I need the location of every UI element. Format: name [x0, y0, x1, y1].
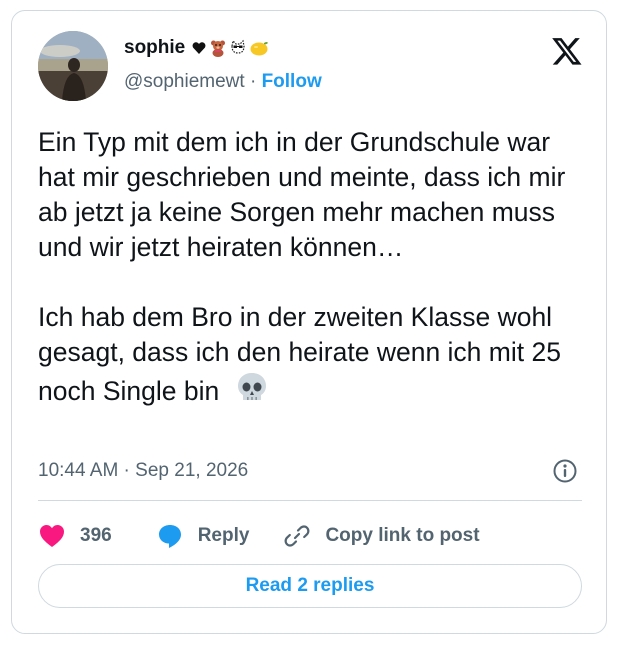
author-handle[interactable]: @sophiemewt — [124, 71, 245, 92]
action-bar: 396 Reply Copy link to post — [38, 516, 480, 556]
dotted-cat-emoji-icon — [231, 39, 245, 54]
reply-label: Reply — [197, 525, 250, 546]
like-button[interactable]: 396 — [38, 523, 112, 549]
display-name[interactable]: sophie — [124, 37, 185, 59]
tweet-timestamp[interactable]: 10:44 AM · Sep 21, 2026 — [38, 460, 248, 482]
like-count: 396 — [80, 525, 112, 546]
avatar[interactable] — [38, 31, 108, 101]
divider — [38, 500, 582, 501]
follow-button[interactable]: Follow — [262, 71, 322, 92]
reply-bubble-icon — [158, 525, 181, 548]
link-icon — [285, 525, 310, 547]
x-logo-icon[interactable] — [550, 35, 584, 67]
lemon-emoji-icon — [250, 42, 269, 56]
reply-button[interactable]: Reply — [156, 522, 250, 550]
handle-separator: · — [249, 71, 257, 92]
author-name-row: sophie — [124, 37, 269, 59]
teddy-bear-emoji-icon — [211, 40, 226, 57]
heart-icon — [40, 525, 64, 547]
skull-emoji-icon — [235, 370, 269, 413]
copy-link-button[interactable]: Copy link to post — [283, 522, 480, 550]
info-icon[interactable] — [552, 458, 578, 484]
read-replies-button[interactable]: Read 2 replies — [38, 564, 582, 608]
tweet-body: Ein Typ mit dem ich in der Grundschule w… — [38, 127, 566, 406]
black-heart-emoji-icon — [192, 42, 206, 54]
tweet-card: sophie @sophiemewt · Follow Ein Typ mit … — [11, 10, 607, 634]
tweet-text: Ein Typ mit dem ich in der Grundschule w… — [38, 125, 588, 413]
name-emoji-badges — [191, 39, 269, 57]
copy-link-label: Copy link to post — [325, 525, 480, 546]
read-replies-label: Read 2 replies — [245, 575, 375, 596]
handle-row: @sophiemewt · Follow — [124, 71, 322, 93]
